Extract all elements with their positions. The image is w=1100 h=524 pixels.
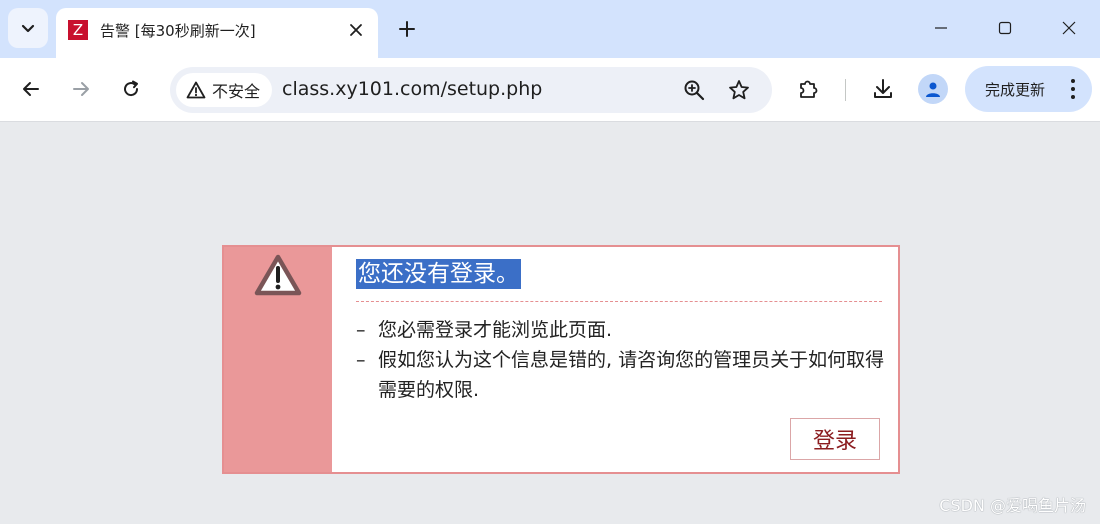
downloads-button[interactable] [866, 72, 900, 106]
alert-message: – 假如您认为这个信息是错的, 请咨询您的管理员关于如何取得需要的权限. [356, 349, 885, 401]
back-button[interactable] [14, 72, 48, 106]
toolbar-divider [845, 79, 846, 101]
alert-message-text: 您必需登录才能浏览此页面. [378, 319, 613, 341]
star-icon [729, 80, 749, 100]
extensions-button[interactable] [791, 72, 825, 106]
warning-icon [254, 254, 302, 296]
finish-update-button[interactable]: 完成更新 [965, 66, 1092, 112]
tab-close-button[interactable] [344, 18, 368, 42]
favicon-icon: Z [68, 20, 88, 40]
alert-message-text: 假如您认为这个信息是错的, 请咨询您的管理员关于如何取得需要的权限. [378, 349, 885, 401]
alert-message: – 您必需登录才能浏览此页面. [356, 319, 613, 341]
new-tab-button[interactable] [392, 14, 422, 44]
address-bar[interactable]: 不安全 class.xy101.com/setup.php [170, 67, 772, 113]
arrow-right-icon [73, 82, 89, 96]
person-icon [926, 82, 940, 97]
alert-message-list: – 您必需登录才能浏览此页面. – 假如您认为这个信息是错的, 请咨询您的管理员关于… [356, 315, 886, 405]
maximize-icon [998, 21, 1012, 35]
close-window-icon [1062, 21, 1076, 35]
tab-title: 告警 [每30秒刷新一次] [100, 22, 256, 40]
url-text[interactable]: class.xy101.com/setup.php [282, 78, 542, 100]
login-alert: 您还没有登录。 – 您必需登录才能浏览此页面. – 假如您认为这个信息是错的, 请咨… [222, 245, 900, 474]
minimize-button[interactable] [921, 8, 961, 48]
chevron-down-icon [21, 24, 35, 33]
minimize-icon [935, 27, 947, 29]
arrow-left-icon [23, 82, 39, 96]
maximize-button[interactable] [985, 8, 1025, 48]
reload-icon [124, 80, 139, 97]
reload-button[interactable] [114, 72, 148, 106]
alert-heading: 您还没有登录。 [356, 259, 521, 289]
alert-side-panel [224, 247, 332, 472]
forward-button[interactable] [64, 72, 98, 106]
tab-search-button[interactable] [8, 8, 48, 48]
alert-divider [356, 301, 882, 302]
security-label: 不安全 [212, 82, 261, 101]
tab-strip: Z 告警 [每30秒刷新一次] [0, 0, 1100, 58]
puzzle-icon [800, 80, 818, 98]
profile-avatar[interactable] [918, 74, 948, 104]
alert-content: 您还没有登录。 – 您必需登录才能浏览此页面. – 假如您认为这个信息是错的, 请咨… [332, 247, 898, 472]
zoom-button[interactable] [680, 76, 708, 104]
plus-icon [399, 21, 415, 37]
security-chip[interactable]: 不安全 [176, 73, 272, 107]
browser-toolbar: 不安全 class.xy101.com/setup.php 完成更新 [0, 58, 1100, 122]
zoom-in-icon [684, 80, 705, 101]
download-icon [874, 79, 892, 98]
csdn-watermark: CSDN @爱喝鱼片汤 [939, 496, 1086, 515]
more-options-icon[interactable] [1068, 77, 1078, 101]
tab-active[interactable]: Z 告警 [每30秒刷新一次] [56, 8, 378, 58]
close-window-button[interactable] [1049, 8, 1089, 48]
close-icon [350, 24, 362, 36]
finish-update-label: 完成更新 [985, 81, 1046, 99]
warning-icon [186, 81, 206, 99]
login-button[interactable]: 登录 [790, 418, 880, 460]
bookmark-button[interactable] [725, 76, 753, 104]
